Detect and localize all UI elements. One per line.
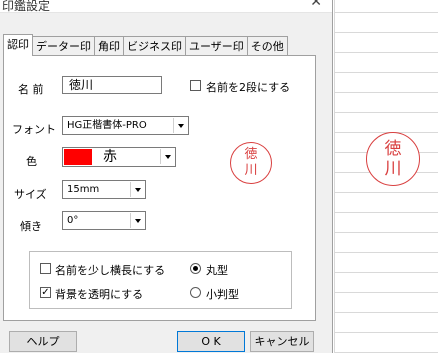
font-select[interactable]: HG正楷書体-PRO (62, 116, 189, 135)
tab-user-stamp[interactable]: ユーザー印 (185, 36, 248, 56)
tab-other[interactable]: その他 (246, 36, 288, 56)
color-select[interactable]: 赤 (62, 147, 176, 167)
stamp-preview: 徳 川 (230, 142, 272, 184)
two-line-label: 名前を2段にする (206, 81, 291, 94)
transparent-bg-checkbox[interactable]: ✓ (40, 287, 51, 298)
stamp-preview-line1: 徳 (244, 147, 258, 162)
tab-mitome[interactable]: 認印 (3, 34, 33, 56)
round-shape-radio[interactable] (190, 263, 201, 274)
sheet-stamp-line2: 川 (384, 159, 402, 179)
font-label: フォント (12, 123, 56, 136)
two-line-checkbox[interactable] (190, 80, 201, 91)
dialog-title: 印鑑設定 (2, 0, 51, 13)
tab-business-stamp[interactable]: ビジネス印 (123, 36, 186, 56)
tilt-label: 傾き (20, 220, 42, 233)
color-select-value: 赤 (103, 149, 117, 165)
sheet-stamp-image[interactable]: 徳 川 (366, 132, 420, 186)
size-select[interactable]: 15mm (62, 180, 146, 199)
chevron-down-icon[interactable] (173, 118, 187, 133)
tab-square-stamp[interactable]: 角印 (94, 36, 124, 56)
tab-panel: 名 前 徳川 名前を2段にする フォント HG正楷書体-PRO 色 赤 徳 川 … (3, 55, 316, 321)
wide-name-label: 名前を少し横長にする (55, 264, 166, 277)
wide-name-checkbox[interactable] (40, 263, 51, 274)
color-label: 色 (26, 155, 37, 168)
size-label: サイズ (14, 188, 47, 201)
name-input[interactable]: 徳川 (62, 76, 162, 94)
close-icon[interactable]: ✕ (310, 0, 322, 10)
title-bar: 印鑑設定 ✕ (0, 0, 332, 13)
oval-shape-label: 小判型 (206, 288, 239, 301)
tilt-select-value: 0° (67, 215, 79, 226)
transparent-bg-label: 背景を透明にする (55, 288, 144, 301)
chevron-down-icon[interactable] (130, 213, 144, 228)
tab-data-stamp[interactable]: データー印 (32, 36, 95, 56)
round-shape-label: 丸型 (206, 264, 228, 277)
font-select-value: HG正楷書体-PRO (67, 120, 147, 131)
size-select-value: 15mm (67, 184, 100, 195)
help-button[interactable]: ヘルプ (9, 331, 77, 352)
chevron-down-icon[interactable] (160, 149, 174, 164)
cancel-button[interactable]: キャンセル (250, 331, 314, 352)
ok-button[interactable]: O K (177, 331, 245, 352)
chevron-down-icon[interactable] (130, 182, 144, 197)
tilt-select[interactable]: 0° (62, 211, 146, 230)
color-swatch (64, 149, 92, 165)
stamp-settings-dialog: 印鑑設定 ✕ 認印 データー印 角印 ビジネス印 ユーザー印 その他 名 前 徳… (0, 0, 333, 353)
options-group: 名前を少し横長にする ✓ 背景を透明にする 丸型 小判型 (29, 251, 292, 309)
name-label: 名 前 (18, 83, 44, 96)
tab-strip: 認印 データー印 角印 ビジネス印 ユーザー印 その他 (3, 34, 288, 56)
stamp-preview-line2: 川 (244, 163, 258, 178)
oval-shape-radio[interactable] (190, 287, 201, 298)
sheet-stamp-line1: 徳 (384, 139, 402, 159)
